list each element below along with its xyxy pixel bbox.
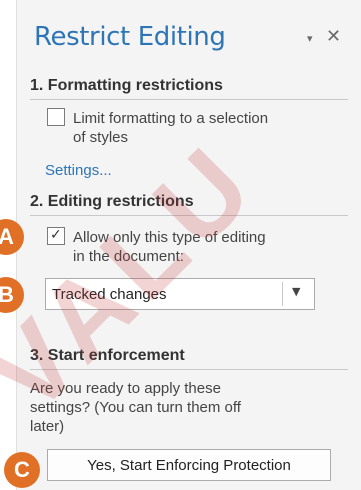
start-enforcing-protection-button[interactable]: Yes, Start Enforcing Protection — [47, 449, 331, 481]
enforcement-text-line2: settings? (You can turn them off — [30, 399, 241, 416]
section-divider — [30, 99, 348, 100]
checkmark-icon: ✓ — [50, 227, 62, 243]
pane-title: Restrict Editing — [34, 22, 226, 52]
select-divider — [282, 282, 283, 306]
settings-link[interactable]: Settings... — [45, 162, 112, 179]
callout-marker-c: C — [4, 452, 40, 488]
editing-type-select[interactable]: Tracked changes ▼ — [45, 278, 315, 310]
section-divider — [30, 215, 348, 216]
limit-formatting-checkbox[interactable] — [47, 108, 65, 126]
pane-options-chevron-icon[interactable]: ▾ — [307, 32, 313, 45]
allow-editing-label-line2: in the document: — [73, 248, 184, 265]
restrict-editing-pane: Restrict Editing ▾ ✕ 1. Formatting restr… — [16, 0, 361, 490]
allow-editing-type-label: Allow only this type of editing in the d… — [73, 228, 266, 266]
section-divider — [30, 369, 348, 370]
editing-type-select-value: Tracked changes — [52, 286, 167, 303]
allow-editing-label-line1: Allow only this type of editing — [73, 229, 266, 246]
limit-formatting-label: Limit formatting to a selection of style… — [73, 109, 268, 147]
enforcement-description: Are you ready to apply these settings? (… — [30, 379, 330, 436]
limit-formatting-label-line2: of styles — [73, 129, 129, 146]
limit-formatting-label-line1: Limit formatting to a selection — [73, 110, 269, 127]
close-icon[interactable]: ✕ — [326, 26, 341, 47]
enforcement-text-line3: later) — [30, 418, 65, 435]
editing-restrictions-heading: 2. Editing restrictions — [30, 193, 194, 210]
enforcement-text-line1: Are you ready to apply these — [30, 380, 221, 397]
allow-editing-type-checkbox[interactable]: ✓ — [47, 227, 65, 245]
start-enforcement-heading: 3. Start enforcement — [30, 347, 185, 364]
formatting-restrictions-heading: 1. Formatting restrictions — [30, 77, 223, 94]
chevron-down-icon[interactable]: ▼ — [292, 285, 300, 298]
